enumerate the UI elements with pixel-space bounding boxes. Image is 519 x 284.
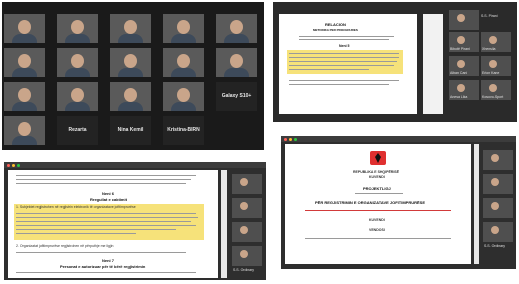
participant-tile[interactable] [57, 82, 98, 111]
document-page[interactable]: REPUBLIKA E SHQIPËRISË KUVENDI PROJEKTLI… [285, 144, 471, 264]
participant-name: S.S. Ordinary [484, 244, 506, 248]
participant-name: Anesa Lika [450, 95, 468, 99]
coat-of-arms-icon [370, 151, 386, 165]
participant-name: Rezarta [68, 127, 87, 133]
republic-label: REPUBLIKA E SHQIPËRISË [353, 170, 399, 174]
section-number: Neni 7 [102, 258, 115, 263]
participant-tile[interactable] [57, 14, 98, 43]
participant-tile[interactable] [110, 14, 151, 43]
section-title: Rregullat e caktimit [90, 197, 127, 202]
participant-name: Alban Cani [450, 71, 468, 75]
participant-name: Xhensila [482, 47, 496, 51]
scrollbar[interactable] [221, 170, 227, 278]
list-item: 2. Organizatat jofitimprurëse regjistroh… [16, 244, 114, 248]
participant-name: Kristina-BIRN [167, 127, 200, 133]
maximize-icon[interactable] [294, 137, 297, 141]
section-title: Personat e autorizuar për të bërë regjis… [60, 264, 146, 269]
document-page[interactable]: Neni 6 Rregullat e caktimit 1. Subjektet… [8, 170, 218, 278]
participant-name: S.S. Pirani [481, 14, 498, 18]
participant-tile[interactable] [449, 10, 479, 30]
participant-tile[interactable] [483, 198, 513, 218]
window-toolbar [4, 162, 266, 168]
participant-name: Kosovo-Sport [482, 95, 504, 99]
participant-tile[interactable] [232, 222, 262, 242]
window-toolbar [281, 136, 516, 142]
participant-name: Galaxy S10+ [221, 93, 252, 99]
institution-label: KUVENDI [369, 175, 385, 179]
participant-tile-name-only[interactable]: Rezarta [57, 116, 98, 145]
participant-tile[interactable] [4, 48, 45, 77]
kuvendi-label: KUVENDI [369, 218, 385, 222]
participant-tile[interactable] [483, 174, 513, 194]
participant-tile-name-only[interactable]: Nina Kemil [110, 116, 151, 145]
doc-subheading: METODIKA PER PROCEDURES [313, 28, 358, 32]
shared-document-view: REPUBLIKA E SHQIPËRISË KUVENDI PROJEKTLI… [281, 136, 516, 269]
doc-heading: RELACION [325, 22, 346, 27]
participant-tile[interactable] [110, 48, 151, 77]
video-conference-grid: Galaxy S10+ Rezarta Nina Kemil Kristina-… [2, 2, 264, 150]
participant-tile-name-only[interactable]: Kristina-BIRN [163, 116, 204, 145]
participant-tile[interactable] [4, 116, 45, 145]
draft-label: PROJEKTLIGJ [363, 186, 391, 191]
minimize-icon[interactable] [12, 163, 15, 167]
vendosi-label: VENDOSI [369, 228, 385, 232]
scrollbar[interactable] [474, 144, 479, 264]
participant-tile[interactable] [483, 150, 513, 170]
participant-tile[interactable] [57, 48, 98, 77]
close-icon[interactable] [7, 163, 10, 167]
participant-tile[interactable] [163, 48, 204, 77]
law-title: PËR REGJISTRIMIN E ORGANIZATAVE JOFITIMP… [315, 200, 426, 205]
participant-tile[interactable] [483, 222, 513, 242]
close-icon[interactable] [284, 137, 287, 141]
maximize-icon[interactable] [17, 163, 20, 167]
participant-tile-name-only[interactable]: Galaxy S10+ [216, 82, 257, 111]
highlighted-text [14, 204, 204, 240]
participant-name: Nina Kemil [117, 127, 144, 133]
participant-tile[interactable] [110, 82, 151, 111]
shared-document-view: Neni 6 Rregullat e caktimit 1. Subjektet… [4, 162, 266, 280]
participant-tile[interactable] [232, 246, 262, 266]
participant-tile[interactable] [232, 174, 262, 194]
section-number: Neni 6 [102, 191, 115, 196]
tools-panel[interactable] [423, 14, 443, 114]
participant-tile[interactable] [232, 198, 262, 218]
list-item: 1. Subjektet regjistrohen në regjistrin … [16, 205, 136, 209]
document-page[interactable]: RELACION METODIKA PER PROCEDURES Neni 5 [279, 14, 417, 114]
participant-name: Bibotë Pirani [450, 47, 470, 51]
section-label: Neni 5 [339, 44, 350, 48]
participant-tile[interactable] [216, 14, 257, 43]
participant-name: S.S. Ordinary [233, 268, 255, 272]
participant-tile[interactable] [4, 82, 45, 111]
participant-tile[interactable] [4, 14, 45, 43]
participant-name: Erion Kane [482, 71, 500, 75]
participant-tile[interactable] [163, 82, 204, 111]
shared-document-view: RELACION METODIKA PER PROCEDURES Neni 5 … [273, 2, 517, 122]
participant-tile[interactable] [163, 14, 204, 43]
participant-tile[interactable] [216, 48, 257, 77]
minimize-icon[interactable] [289, 137, 292, 141]
